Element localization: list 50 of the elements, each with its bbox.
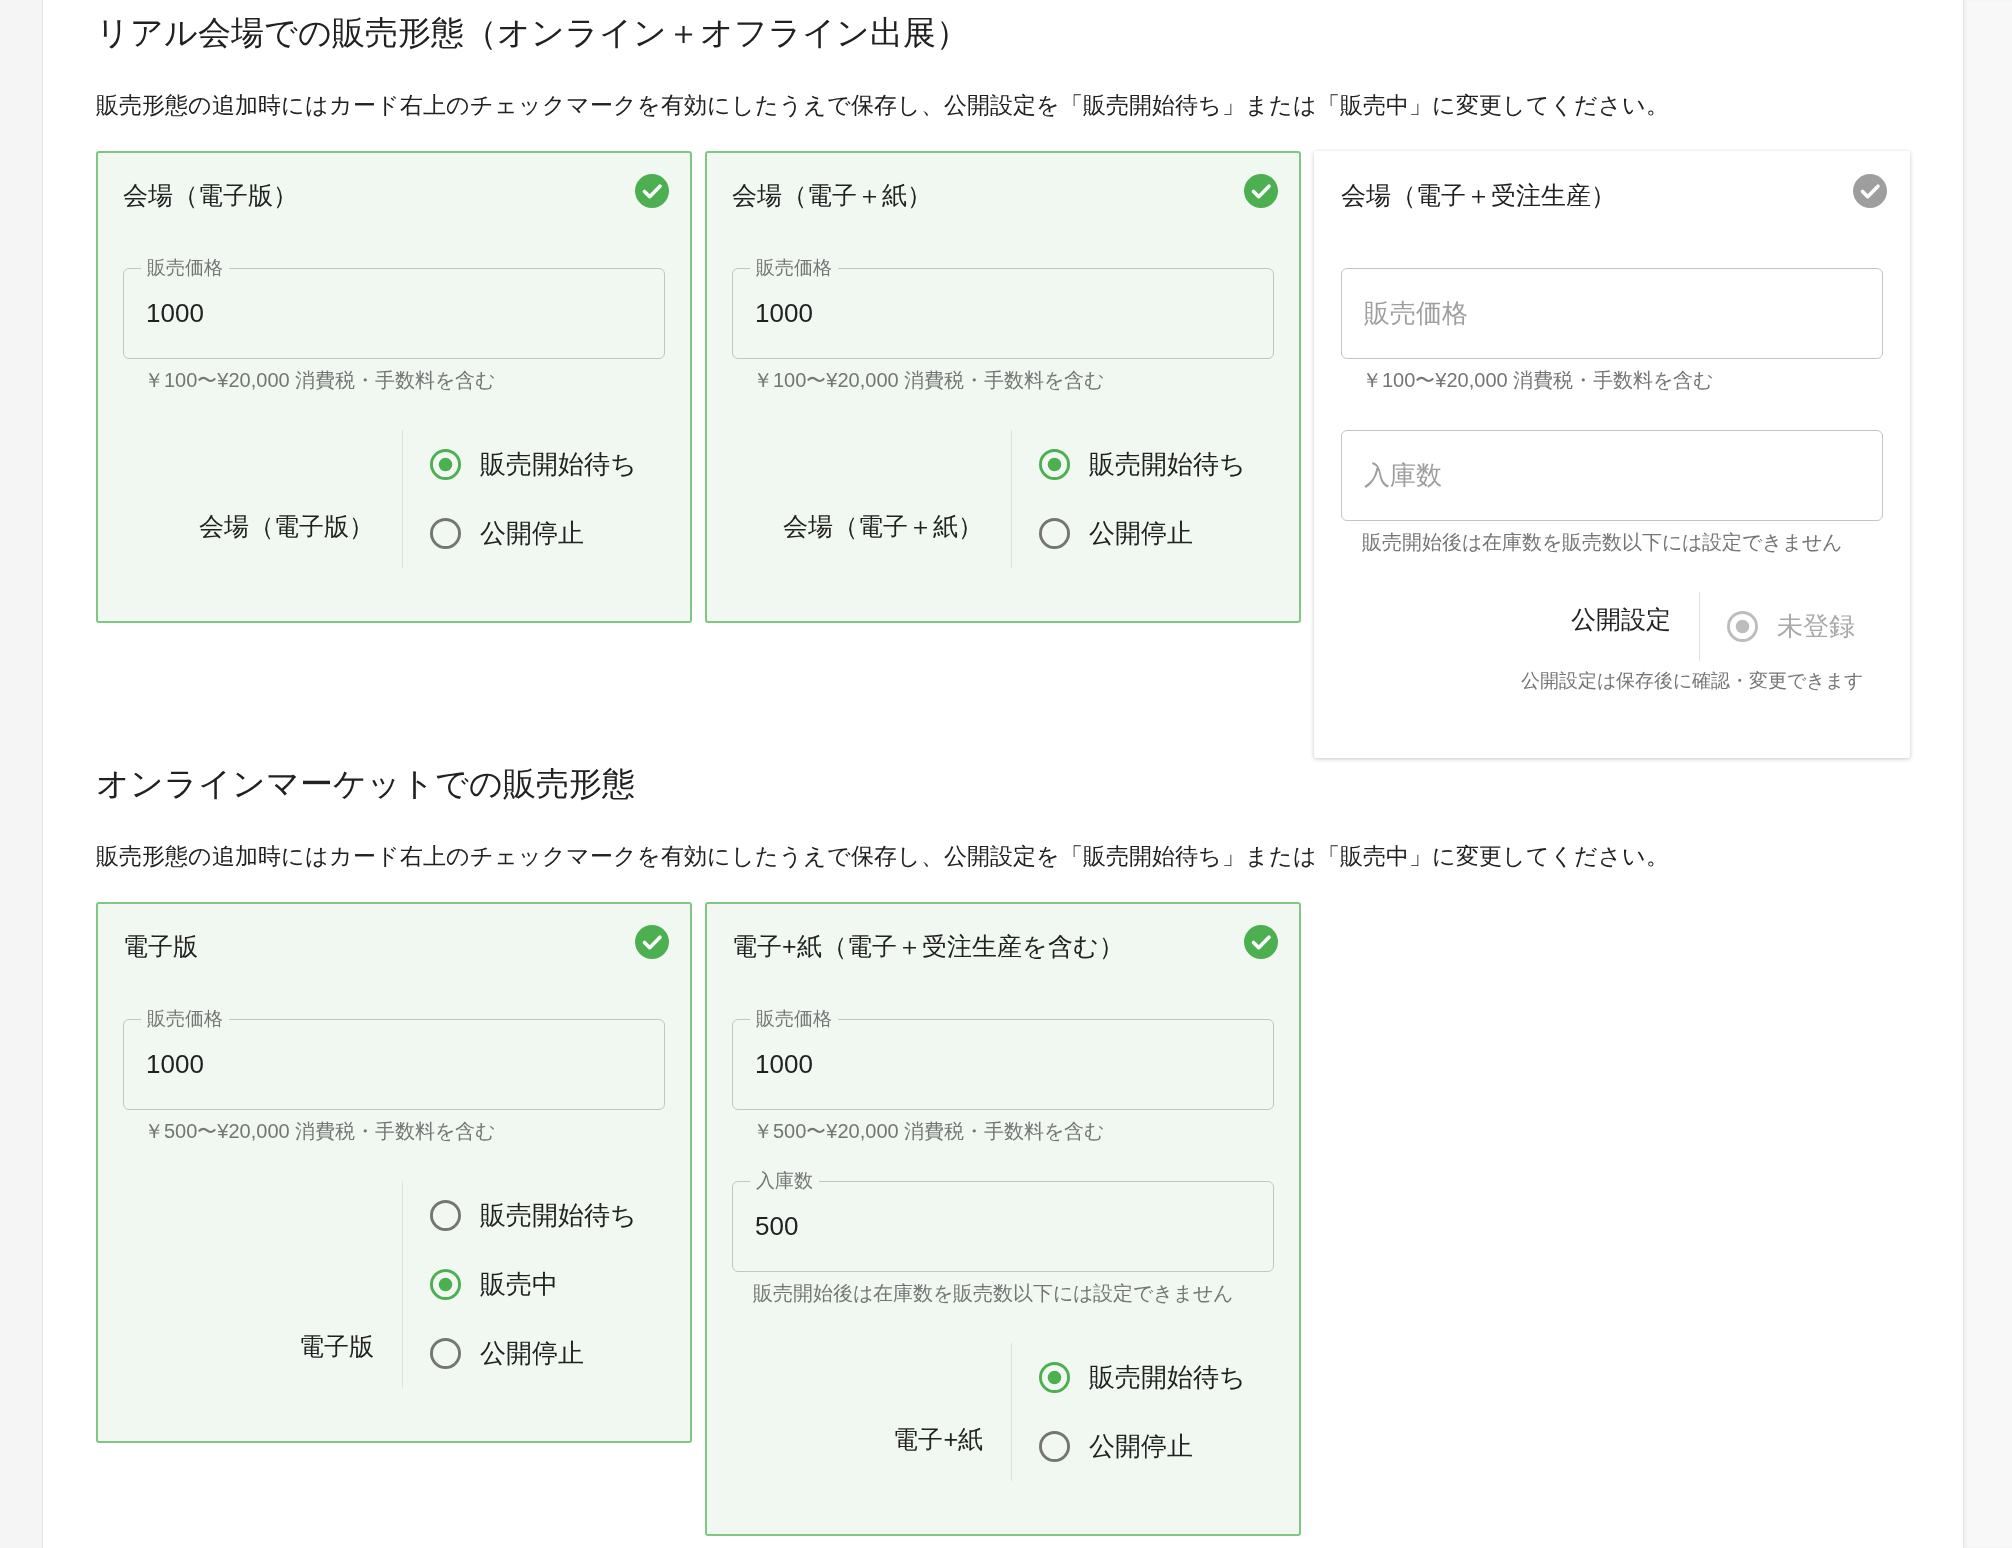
radio-icon[interactable]: [1039, 518, 1070, 549]
radio-icon[interactable]: [430, 449, 461, 480]
input-field[interactable]: 販売価格 1000: [123, 1009, 665, 1110]
section-title: リアル会場での販売形態（オンライン＋オフライン出展）: [96, 13, 970, 53]
input-field[interactable]: 販売価格 1000: [123, 258, 665, 359]
radio-icon[interactable]: [430, 518, 461, 549]
radio-option[interactable]: 販売開始待ち: [1039, 430, 1246, 499]
radio-icon[interactable]: [1039, 1362, 1070, 1393]
radio-option[interactable]: 販売開始待ち: [430, 1181, 637, 1250]
status-label: 会場（電子＋紙）: [782, 511, 984, 542]
radio-icon[interactable]: [1039, 449, 1070, 480]
status-label: 公開設定: [1570, 604, 1672, 635]
field-hint: ￥100〜¥20,000 消費税・手数料を含む: [143, 368, 497, 393]
check-circle-icon[interactable]: [635, 925, 669, 959]
field-hint: 販売開始後は在庫数を販売数以下には設定できません: [752, 1281, 1234, 1306]
field-hint: ￥500〜¥20,000 消費税・手数料を含む: [143, 1119, 497, 1144]
status-label: 電子版: [298, 1331, 375, 1362]
card-title: 電子+紙（電子＋受注生産を含む）: [732, 931, 1124, 962]
radio-option[interactable]: 販売中: [430, 1250, 637, 1319]
field-hint: ￥500〜¥20,000 消費税・手数料を含む: [752, 1119, 1106, 1144]
status-label: 電子+紙: [892, 1424, 984, 1455]
section-title: オンラインマーケットでの販売形態: [96, 764, 636, 804]
status-note: 公開設定は保存後に確認・変更できます: [1520, 669, 1863, 693]
input-field[interactable]: 販売価格 1000: [732, 1009, 1274, 1110]
card-title: 会場（電子版）: [123, 180, 298, 211]
field-hint: 販売開始後は在庫数を販売数以下には設定できません: [1361, 530, 1843, 555]
radio-option[interactable]: 公開停止: [430, 1319, 637, 1388]
radio-icon[interactable]: [1039, 1431, 1070, 1462]
check-circle-icon[interactable]: [635, 174, 669, 208]
section-description: 販売形態の追加時にはカード右上のチェックマークを有効にしたうえで保存し、公開設定を「販売開始待ち」または「販売中」に変更してください。: [96, 842, 1670, 871]
radio-option[interactable]: 公開停止: [1039, 1412, 1246, 1481]
input-field[interactable]: 入庫数 500: [732, 1171, 1274, 1272]
section-description: 販売形態の追加時にはカード右上のチェックマークを有効にしたうえで保存し、公開設定を「販売開始待ち」または「販売中」に変更してください。: [96, 91, 1670, 120]
status-label: 会場（電子版）: [198, 511, 375, 542]
radio-option[interactable]: 公開停止: [1039, 499, 1246, 568]
check-circle-icon[interactable]: [1244, 925, 1278, 959]
check-circle-icon[interactable]: [1244, 174, 1278, 208]
field-hint: ￥100〜¥20,000 消費税・手数料を含む: [1361, 368, 1715, 393]
card-title: 会場（電子＋受注生産）: [1341, 180, 1616, 211]
radio-icon[interactable]: [430, 1338, 461, 1369]
radio-icon[interactable]: [430, 1269, 461, 1300]
check-circle-icon[interactable]: [1853, 174, 1887, 208]
card-title: 電子版: [123, 931, 198, 962]
input-field[interactable]: 販売価格 1000: [732, 258, 1274, 359]
radio-option[interactable]: 販売開始待ち: [430, 430, 637, 499]
radio-option[interactable]: 販売開始待ち: [1039, 1343, 1246, 1412]
card-title: 会場（電子＋紙）: [732, 180, 932, 211]
field-hint: ￥100〜¥20,000 消費税・手数料を含む: [752, 368, 1106, 393]
radio-icon[interactable]: [430, 1200, 461, 1231]
radio-option[interactable]: 公開停止: [430, 499, 637, 568]
